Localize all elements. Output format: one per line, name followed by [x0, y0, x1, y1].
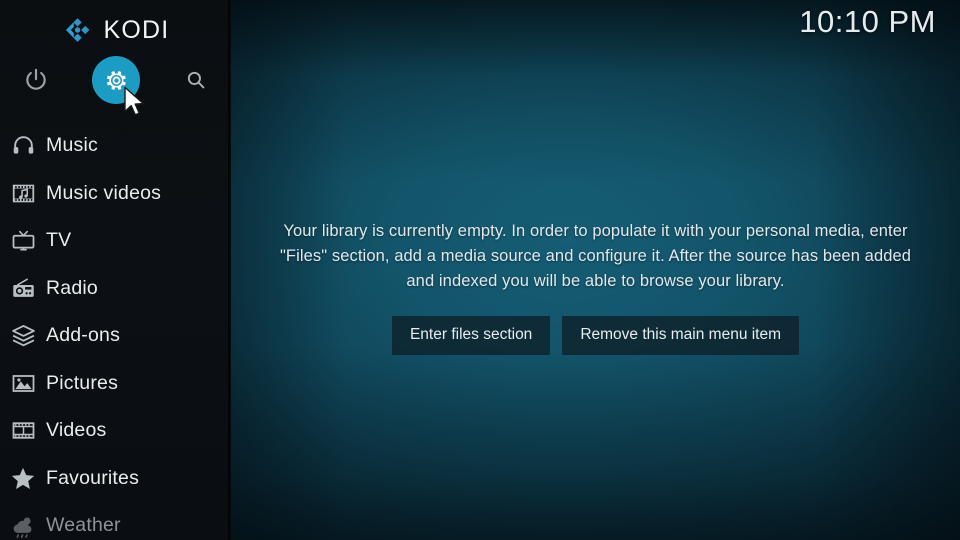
radio-icon — [0, 276, 46, 301]
sidebar-item-music-videos[interactable]: Music videos — [0, 170, 231, 218]
search-icon — [187, 71, 205, 89]
gear-icon — [106, 70, 126, 90]
sidebar-item-label: Radio — [46, 276, 98, 299]
search-button[interactable] — [172, 56, 220, 104]
addons-box-icon — [0, 323, 46, 348]
kodi-logo-icon — [65, 18, 89, 42]
television-icon — [0, 228, 46, 253]
empty-library-message: Your library is currently empty. In orde… — [279, 222, 912, 291]
sidebar-item-label: Favourites — [46, 466, 140, 489]
power-icon — [26, 68, 46, 90]
app-logo: KODI — [0, 8, 231, 52]
main-menu: Music Music videos TV Radio Add-ons Pict… — [0, 122, 231, 540]
music-video-icon — [0, 181, 46, 206]
sidebar-item-weather[interactable]: Weather — [0, 502, 231, 540]
headphones-icon — [0, 133, 46, 158]
clock: 10:10 PM — [799, 4, 936, 39]
sidebar-item-label: Weather — [46, 514, 121, 537]
sidebar-item-add-ons[interactable]: Add-ons — [0, 312, 231, 360]
sidebar-divider — [228, 0, 231, 540]
sidebar-item-tv[interactable]: TV — [0, 217, 231, 265]
sidebar-item-label: Music videos — [46, 181, 162, 204]
picture-icon — [0, 371, 46, 396]
settings-button[interactable] — [92, 56, 140, 104]
remove-main-menu-item-button[interactable]: Remove this main menu item — [562, 316, 800, 355]
sidebar-item-favourites[interactable]: Favourites — [0, 455, 231, 503]
sidebar-item-label: Add-ons — [46, 324, 121, 347]
sidebar-item-videos[interactable]: Videos — [0, 407, 231, 455]
sidebar: KODI Music Music videos TV Radio Add-ons… — [0, 0, 231, 540]
settings-active-circle — [92, 56, 140, 104]
sidebar-item-label: Music — [46, 134, 98, 157]
sidebar-item-label: Videos — [46, 419, 107, 442]
weather-icon — [0, 513, 46, 539]
action-button-row: Enter files section Remove this main men… — [391, 316, 800, 355]
power-button[interactable] — [12, 56, 60, 104]
sidebar-item-label: Pictures — [46, 371, 119, 394]
film-strip-icon — [0, 418, 46, 443]
app-title: KODI — [103, 15, 170, 44]
sidebar-item-label: TV — [46, 229, 72, 252]
sidebar-item-music[interactable]: Music — [0, 122, 231, 170]
sidebar-item-pictures[interactable]: Pictures — [0, 360, 231, 408]
star-icon — [0, 465, 46, 491]
enter-files-section-button[interactable]: Enter files section — [391, 316, 551, 355]
main-content: Your library is currently empty. In orde… — [231, 0, 960, 540]
sidebar-item-radio[interactable]: Radio — [0, 265, 231, 313]
kodi-home-screen: KODI Music Music videos TV Radio Add-ons… — [0, 0, 960, 540]
top-action-bar — [0, 56, 231, 104]
